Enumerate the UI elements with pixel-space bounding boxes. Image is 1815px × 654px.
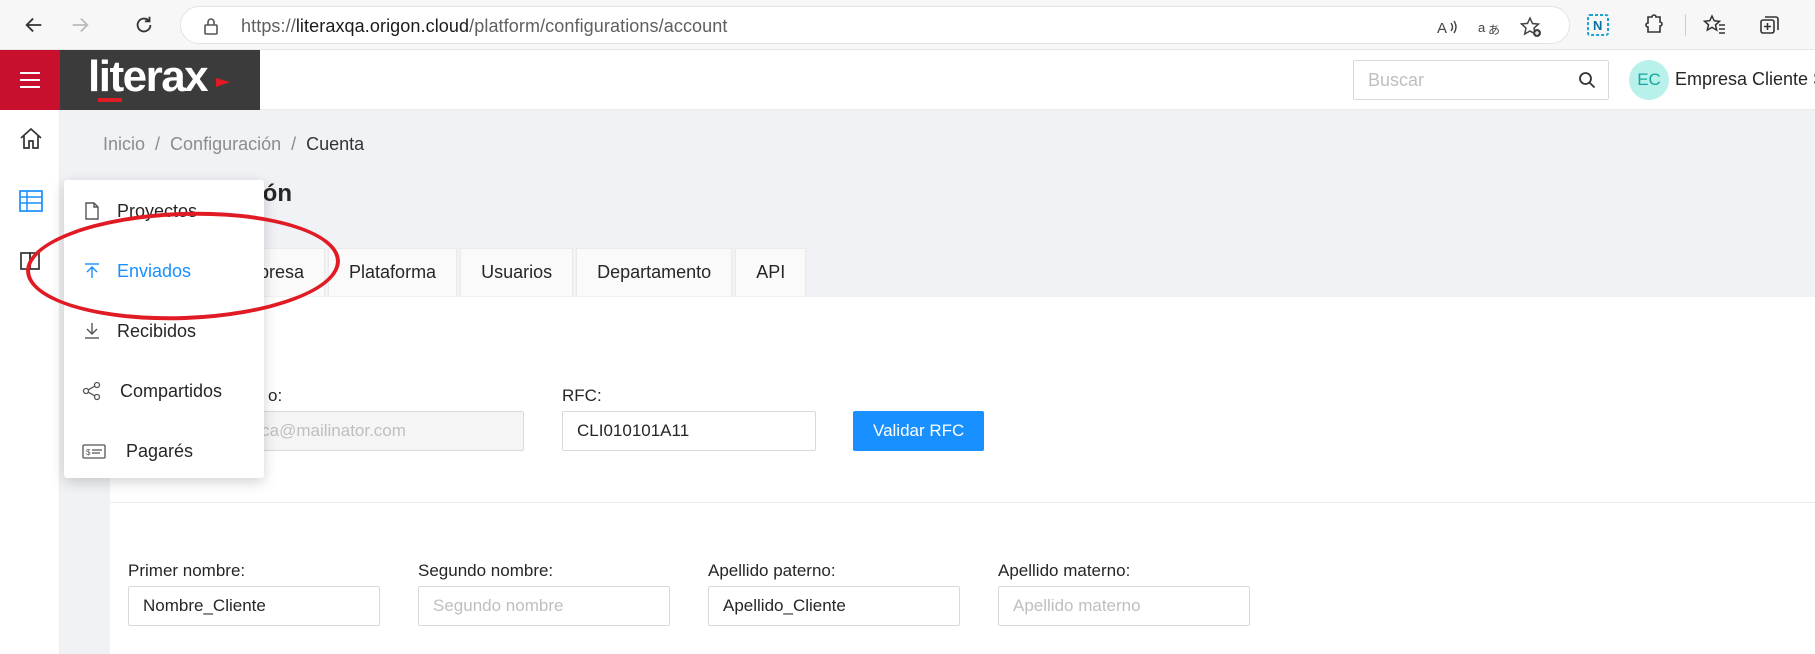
toolbar-separator xyxy=(1685,14,1686,36)
book-icon[interactable] xyxy=(18,248,44,274)
main-content: Inicio / Configuración / Cuenta ión l Em… xyxy=(60,110,1815,654)
hamburger-icon xyxy=(20,72,40,88)
promissory-note-icon: $ xyxy=(82,444,106,459)
favorite-add-icon[interactable] xyxy=(1519,15,1543,39)
search-input[interactable] xyxy=(1354,61,1574,99)
extensions-icon[interactable] xyxy=(1640,12,1666,38)
logo[interactable]: literax xyxy=(60,50,260,110)
home-icon[interactable] xyxy=(18,126,44,152)
tab-api[interactable]: API xyxy=(735,248,807,296)
breadcrumb-separator: / xyxy=(155,134,161,154)
logo-mark-icon xyxy=(216,78,230,87)
logo-underline xyxy=(98,98,122,102)
forward-icon[interactable] xyxy=(66,11,94,39)
documents-table-icon[interactable] xyxy=(18,188,44,214)
svg-text:$: $ xyxy=(86,448,91,457)
breadcrumb: Inicio / Configuración / Cuenta xyxy=(103,134,364,155)
menu-toggle-button[interactable] xyxy=(0,50,60,110)
menu-item-compartidos[interactable]: Compartidos xyxy=(64,371,264,411)
logo-text: literax xyxy=(88,52,209,101)
share-icon xyxy=(82,381,101,401)
tab-departamento[interactable]: Departamento xyxy=(576,248,733,296)
search-icon[interactable] xyxy=(1578,71,1596,89)
tab-usuarios[interactable]: Usuarios xyxy=(460,248,574,296)
menu-item-label: Proyectos xyxy=(117,200,198,221)
svg-text:N: N xyxy=(1593,18,1602,33)
svg-text:a: a xyxy=(1478,20,1486,35)
svg-text:A: A xyxy=(1437,20,1447,37)
back-icon[interactable] xyxy=(20,11,48,39)
validate-rfc-button[interactable]: Validar RFC xyxy=(853,411,985,451)
breadcrumb-configuracion[interactable]: Configuración xyxy=(170,134,281,155)
menu-item-label: Pagarés xyxy=(126,440,194,461)
browser-toolbar: https://literaxqa.origon.cloud/platform/… xyxy=(0,0,1815,50)
last-name-label: Apellido paterno: xyxy=(708,561,836,580)
favorites-icon[interactable] xyxy=(1702,12,1728,38)
address-bar[interactable]: https://literaxqa.origon.cloud/platform/… xyxy=(180,6,1570,44)
file-icon xyxy=(85,202,99,220)
svg-text:あ: あ xyxy=(1488,23,1500,37)
menu-item-label: Recibidos xyxy=(117,320,197,341)
first-name-label: Primer nombre: xyxy=(128,561,246,580)
app-header: literax EC Empresa Cliente S xyxy=(0,50,1815,110)
menu-item-label: Enviados xyxy=(117,260,192,281)
refresh-icon[interactable] xyxy=(130,11,158,39)
menu-item-proyectos[interactable]: Proyectos xyxy=(64,191,264,231)
lock-icon xyxy=(204,18,218,35)
download-icon xyxy=(85,323,99,339)
translate-icon[interactable]: aあ xyxy=(1477,15,1501,39)
divider xyxy=(110,502,1815,503)
extension-n-icon[interactable]: N xyxy=(1585,12,1611,38)
menu-item-label: Compartidos xyxy=(120,380,223,401)
search-field[interactable] xyxy=(1353,60,1609,100)
first-name-input[interactable] xyxy=(128,586,380,626)
sidebar xyxy=(0,110,60,654)
rfc-input[interactable] xyxy=(562,411,816,451)
collections-icon[interactable] xyxy=(1757,12,1783,38)
read-aloud-icon[interactable]: A xyxy=(1435,15,1459,39)
breadcrumb-separator: / xyxy=(291,134,297,154)
avatar[interactable]: EC xyxy=(1629,60,1669,100)
rfc-label: RFC: xyxy=(562,386,602,405)
documents-dropdown-menu: Proyectos Enviados Recibidos Compartidos… xyxy=(64,180,264,478)
second-name-input[interactable] xyxy=(418,586,670,626)
mother-last-name-label: Apellido materno: xyxy=(998,561,1131,580)
menu-item-recibidos[interactable]: Recibidos xyxy=(64,311,264,351)
upload-icon xyxy=(85,263,99,278)
breadcrumb-cuenta: Cuenta xyxy=(306,134,365,154)
user-name[interactable]: Empresa Cliente S xyxy=(1675,69,1815,90)
last-name-input[interactable] xyxy=(708,586,960,626)
url-text: https://literaxqa.origon.cloud/platform/… xyxy=(241,16,728,36)
breadcrumb-inicio[interactable]: Inicio xyxy=(103,134,145,155)
email-label: o: xyxy=(268,386,283,405)
mother-last-name-input[interactable] xyxy=(998,586,1250,626)
second-name-label: Segundo nombre: xyxy=(418,561,554,580)
tab-plataforma[interactable]: Plataforma xyxy=(328,248,458,296)
menu-item-enviados[interactable]: Enviados xyxy=(64,251,264,291)
menu-item-pagares[interactable]: $ Pagarés xyxy=(64,431,264,471)
